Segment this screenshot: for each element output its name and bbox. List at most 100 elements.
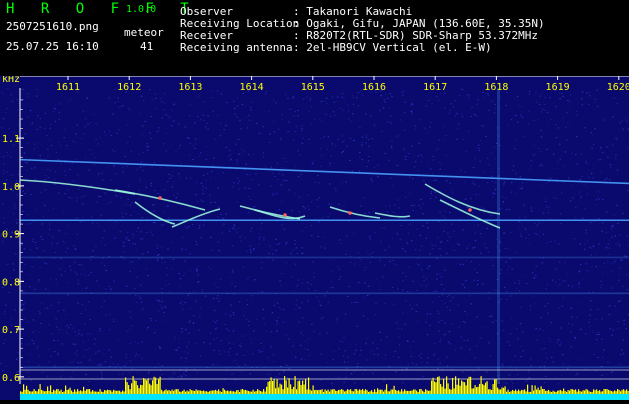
noise-speck [214,339,215,340]
noise-speck [110,290,111,291]
noise-speck [462,114,463,115]
signal-bar [82,391,83,394]
noise-speck [598,357,599,358]
noise-speck [479,147,480,148]
signal-bar [56,389,57,394]
noise-speck [507,269,508,270]
noise-speck [455,115,456,116]
noise-speck [39,355,40,356]
signal-bar [598,391,599,394]
noise-speck [520,323,521,324]
noise-speck [236,159,237,160]
noise-speck [293,116,294,117]
signal-bar [35,391,36,394]
noise-speck [583,184,584,185]
noise-speck [359,127,360,128]
noise-speck [194,122,195,123]
noise-speck [364,197,365,198]
noise-speck [503,382,504,383]
noise-speck [428,227,429,228]
noise-speck [302,125,303,126]
noise-speck [157,300,158,301]
noise-speck [13,132,14,133]
noise-speck [339,279,340,280]
signal-bar [514,391,515,394]
signal-bar [283,389,284,394]
signal-bar [287,388,288,395]
noise-speck [465,280,466,281]
noise-speck [165,285,166,286]
noise-speck [89,360,90,361]
noise-speck [217,216,218,217]
noise-speck [197,116,198,117]
noise-speck [421,285,422,286]
noise-speck [288,131,289,132]
noise-speck [317,206,318,207]
noise-speck [81,334,82,335]
noise-speck [404,130,405,131]
x-tick-label: 1611 [56,82,80,93]
noise-speck [451,194,452,195]
noise-speck [359,355,360,356]
noise-speck [547,112,548,113]
noise-speck [70,324,71,325]
noise-speck [6,179,7,180]
noise-speck [167,181,168,182]
x-tick-label: 1620 [607,82,629,93]
noise-speck [133,237,134,238]
noise-speck [614,261,615,262]
noise-speck [280,285,281,286]
noise-speck [33,319,34,320]
noise-speck [314,277,315,278]
signal-bar [128,385,129,394]
noise-speck [75,344,76,345]
noise-speck [263,309,264,310]
noise-speck [391,147,392,148]
noise-speck [560,223,561,224]
noise-speck [243,267,244,268]
noise-speck [237,178,238,179]
noise-speck [407,291,408,292]
noise-speck [12,101,13,102]
noise-speck [308,195,309,196]
noise-speck [609,240,610,241]
noise-speck [416,311,417,312]
noise-speck [89,149,90,150]
noise-speck [530,358,531,359]
noise-speck [25,162,26,163]
noise-speck [342,93,343,94]
noise-speck [446,180,447,181]
noise-speck [217,320,218,321]
noise-speck [167,206,168,207]
signal-bar [472,389,473,395]
noise-speck [421,353,422,354]
noise-speck [390,116,391,117]
noise-speck [44,179,45,180]
noise-speck [238,227,239,228]
noise-speck [266,91,267,92]
noise-speck [459,95,460,96]
noise-speck [146,187,147,188]
noise-speck [123,246,124,247]
noise-speck [75,248,76,249]
noise-speck [245,364,246,365]
signal-bar [142,385,143,394]
noise-speck [507,248,508,249]
noise-speck [284,168,285,169]
signal-baseline [20,394,629,400]
noise-speck [263,126,264,127]
noise-speck [358,105,359,106]
noise-speck [503,202,504,203]
noise-speck [26,163,27,164]
noise-speck [611,288,612,289]
noise-speck [247,128,248,129]
noise-speck [461,284,462,285]
noise-speck [320,155,321,156]
noise-speck [372,373,373,374]
noise-speck [166,267,167,268]
noise-speck [100,137,101,138]
noise-speck [525,228,526,229]
noise-speck [558,339,559,340]
noise-speck [408,267,409,268]
noise-speck [384,99,385,100]
